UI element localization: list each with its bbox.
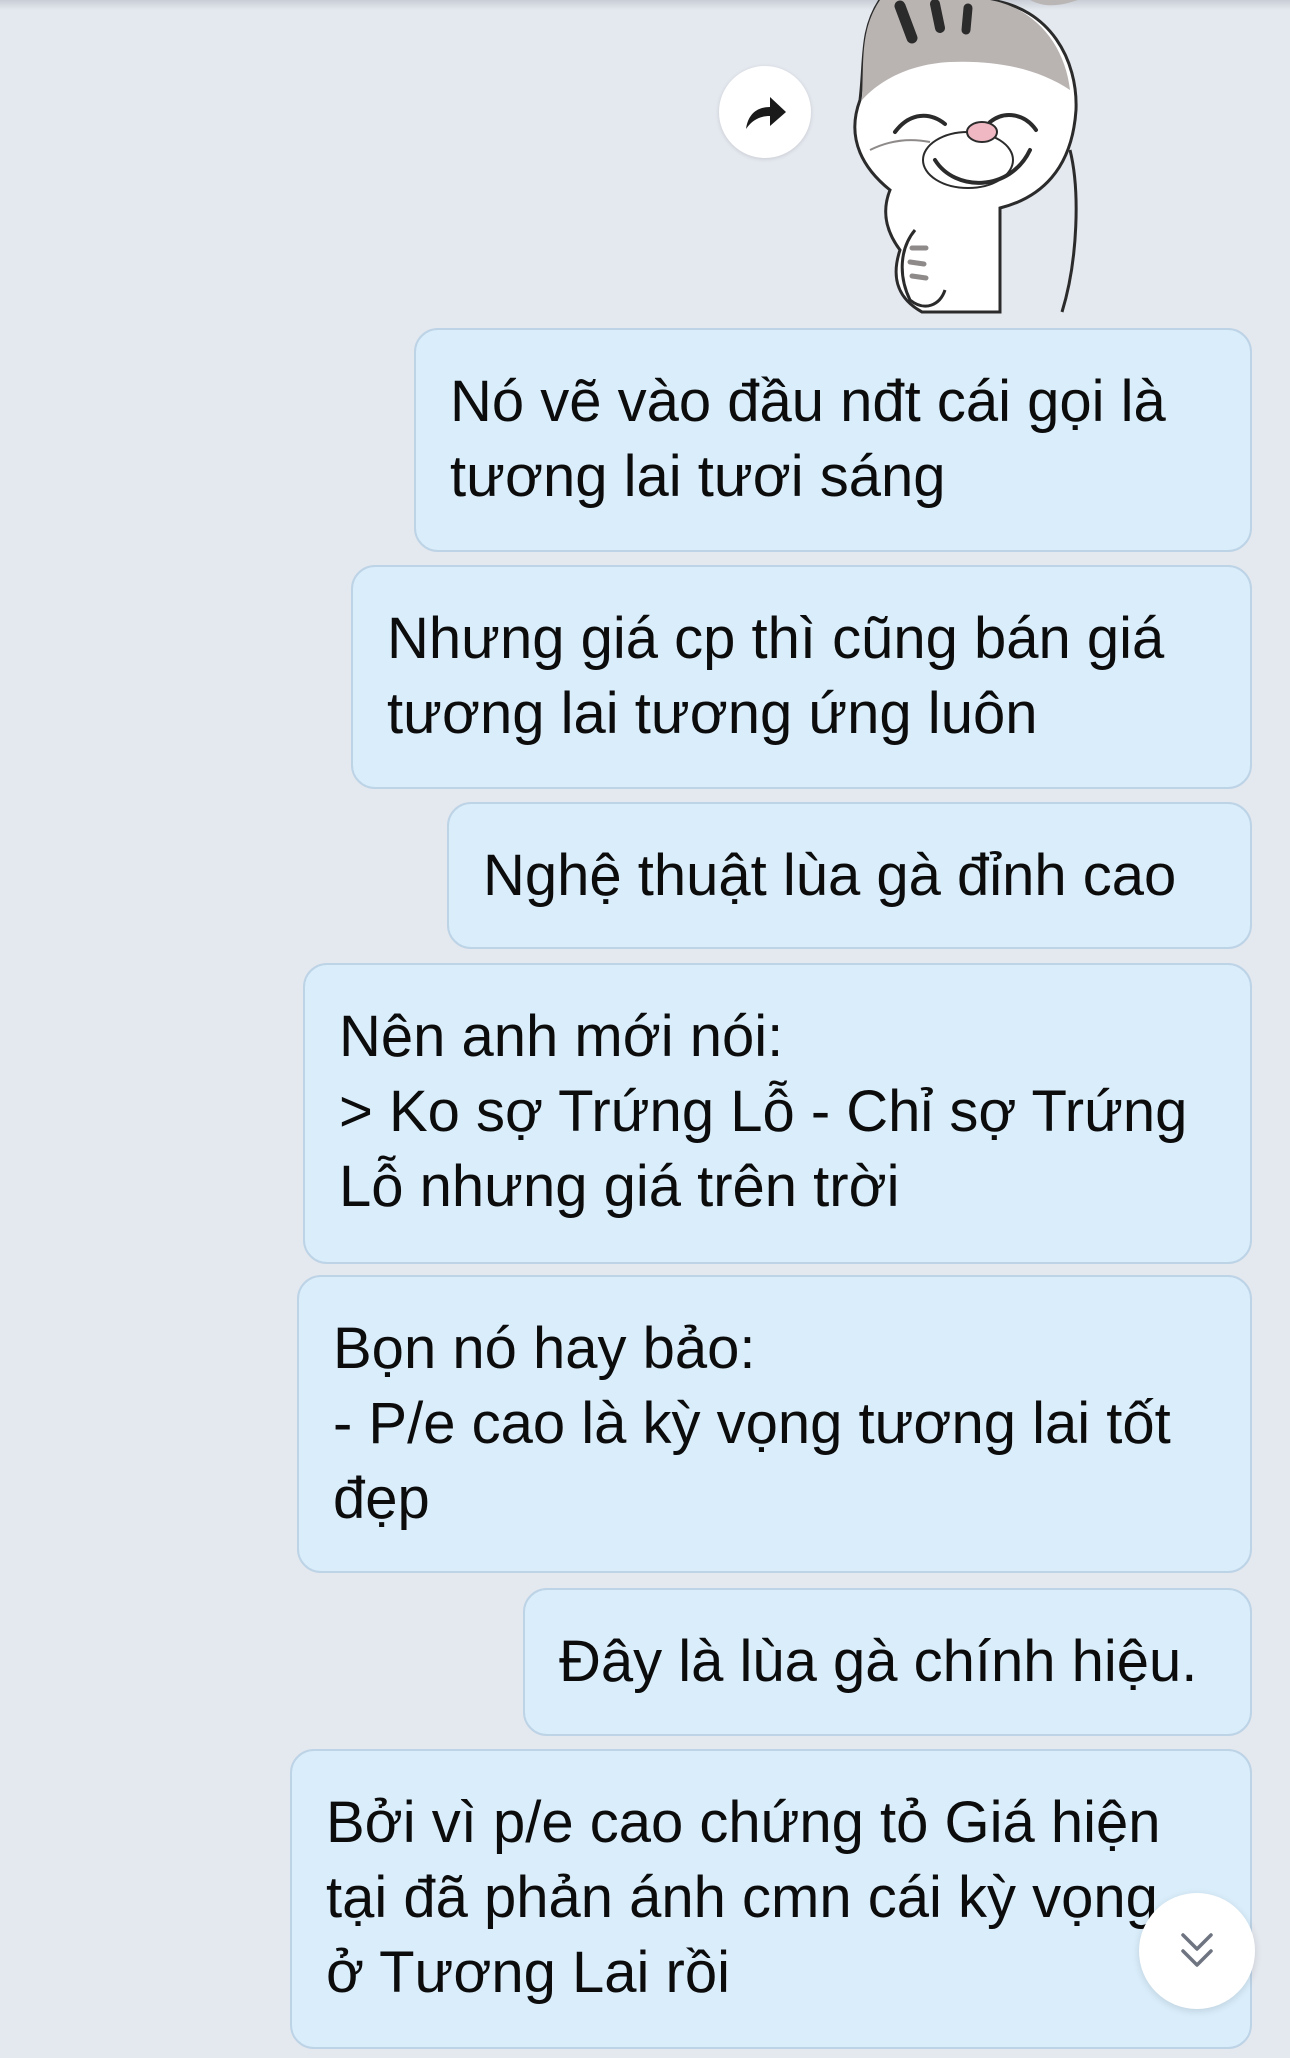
double-chevron-down-icon — [1181, 1933, 1213, 1967]
message-bubble[interactable]: Nghệ thuật lùa gà đỉnh cao — [447, 802, 1252, 949]
forward-button[interactable] — [719, 66, 811, 158]
message-bubble[interactable]: Bọn nó hay bảo: - P/e cao là kỳ vọng tươ… — [297, 1275, 1252, 1573]
message-bubble[interactable]: Bởi vì p/e cao chứng tỏ Giá hiện tại đã … — [290, 1749, 1252, 2049]
forward-arrow-icon — [746, 97, 786, 129]
message-bubble[interactable]: Nó vẽ vào đầu nđt cái gọi là tương lai t… — [414, 328, 1252, 552]
message-bubble[interactable]: Nhưng giá cp thì cũng bán giá tương lai … — [351, 565, 1252, 789]
smug-cat-sticker — [853, 0, 1078, 314]
message-bubble[interactable]: Đây là lùa gà chính hiệu. — [523, 1588, 1252, 1736]
scroll-to-bottom-button[interactable] — [1139, 1893, 1255, 2009]
message-bubble[interactable]: Nên anh mới nói: > Ko sợ Trứng Lỗ - Chỉ … — [303, 963, 1252, 1264]
cat-sticker[interactable] — [840, 0, 1240, 316]
